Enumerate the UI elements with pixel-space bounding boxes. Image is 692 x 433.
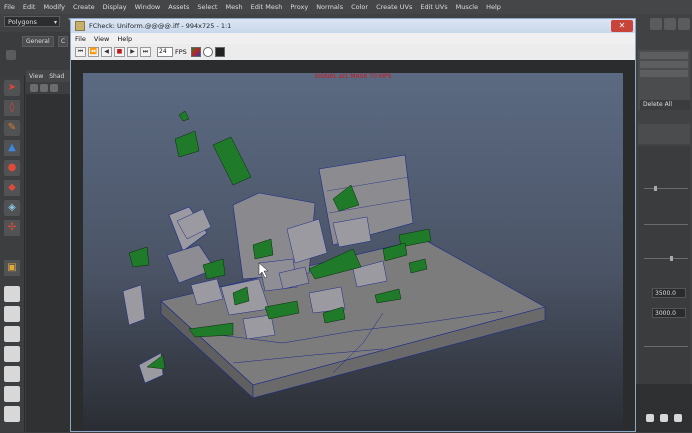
render-icon[interactable] (646, 414, 654, 422)
attribute-slider[interactable] (644, 346, 688, 347)
shelf-tab-bar: General C (0, 32, 70, 72)
show-manipulator-icon[interactable]: ✣ (4, 220, 20, 236)
move-icon[interactable]: ▲ (4, 140, 20, 156)
step-back-icon[interactable]: ⏪ (88, 47, 99, 57)
bookmark-icon[interactable] (40, 84, 48, 92)
menu-file[interactable]: File (0, 3, 19, 11)
menu-edit-uvs[interactable]: Edit UVs (416, 3, 451, 11)
stop-icon[interactable]: ■ (114, 47, 125, 57)
fcheck-image-area: SIGNAL at1 MASK 70 MPS (71, 60, 635, 431)
grid-toggle-icon[interactable] (650, 18, 662, 30)
menu-edit[interactable]: Edit (19, 3, 40, 11)
menu-create-uvs[interactable]: Create UVs (372, 3, 416, 11)
shatter-simulation-render (83, 73, 623, 431)
delete-all-button[interactable]: Delete All (640, 100, 690, 110)
maya-viewport-panel: View Shad (26, 70, 70, 432)
menu-muscle[interactable]: Muscle (452, 3, 483, 11)
attribute-field-2[interactable]: 3000.0 (652, 308, 686, 318)
rotate-icon[interactable]: ● (4, 160, 20, 176)
fcheck-window: FCheck: Uniform.@@@@.iff - 994x725 - 1:1… (70, 18, 636, 432)
fcheck-titlebar[interactable]: FCheck: Uniform.@@@@.iff - 994x725 - 1:1… (71, 19, 635, 33)
soft-mod-icon[interactable]: ◈ (4, 200, 20, 216)
layout-single-icon[interactable] (4, 286, 20, 302)
menu-create[interactable]: Create (69, 3, 99, 11)
fcheck-window-title: FCheck: Uniform.@@@@.iff - 994x725 - 1:1 (89, 22, 232, 30)
alpha-channel-icon[interactable] (203, 47, 213, 57)
layout-outliner-icon[interactable] (4, 406, 20, 422)
fcheck-menu-help[interactable]: Help (113, 35, 136, 43)
rendered-frame: SIGNAL at1 MASK 70 MPS (83, 73, 623, 431)
fps-label: FPS (175, 48, 187, 56)
menu-set-value: Polygons (8, 18, 37, 26)
viewport-icon-bar (26, 82, 70, 94)
shelf-tab-c[interactable]: C (58, 36, 69, 47)
menu-help[interactable]: Help (482, 3, 505, 11)
menu-assets[interactable]: Assets (164, 3, 193, 11)
attribute-slider[interactable] (644, 224, 688, 225)
slider-handle[interactable] (670, 256, 673, 261)
viewport-menubar: View Shad (26, 70, 70, 82)
attribute-slider[interactable] (644, 256, 688, 261)
rgb-channel-icon[interactable] (191, 47, 201, 57)
viewport-menu-view[interactable]: View (26, 73, 46, 80)
menu-set-select[interactable]: Polygons ▾ (4, 16, 60, 27)
panel-icon-row (650, 18, 690, 32)
layout-graph-icon[interactable] (4, 386, 20, 402)
menu-window[interactable]: Window (131, 3, 165, 11)
light-icon[interactable] (660, 414, 668, 422)
slider-handle[interactable] (654, 186, 657, 191)
list-item[interactable] (640, 61, 688, 68)
attribute-editor-content: 3500.0 3000.0 (638, 146, 690, 396)
fcheck-menu-file[interactable]: File (71, 35, 90, 43)
outliner-toggle-icon[interactable] (664, 18, 676, 30)
menu-edit-mesh[interactable]: Edit Mesh (247, 3, 287, 11)
menu-proxy[interactable]: Proxy (286, 3, 312, 11)
attribute-slider[interactable] (644, 186, 688, 191)
attribute-field-1[interactable]: 3500.0 (652, 288, 686, 298)
fcheck-menubar: File View Help (71, 33, 635, 44)
material-icon[interactable] (674, 414, 682, 422)
menu-mesh[interactable]: Mesh (221, 3, 246, 11)
maya-toolbox: ➤ ◊ ✎ ▲ ● ◆ ◈ ✣ ▣ (0, 76, 25, 432)
paint-icon[interactable]: ✎ (4, 120, 20, 136)
frame-info-label: SIGNAL at1 MASK 70 MPS (314, 73, 392, 80)
menu-select[interactable]: Select (193, 3, 221, 11)
channel-toggle-icon[interactable] (678, 18, 690, 30)
go-to-end-icon[interactable]: ⏭ (140, 47, 151, 57)
channel-box-panel: Delete All 3500.0 3000.0 (636, 14, 692, 432)
viewport-menu-shading[interactable]: Shad (46, 73, 67, 80)
layout-stack-icon[interactable] (4, 346, 20, 362)
grid-icon[interactable] (50, 84, 58, 92)
list-item[interactable] (640, 52, 688, 59)
menu-color[interactable]: Color (347, 3, 372, 11)
layout-persp-icon[interactable] (4, 366, 20, 382)
maya-main-menubar: File Edit Modify Create Display Window A… (0, 0, 692, 14)
shelf-tab-general[interactable]: General (22, 36, 54, 47)
menu-display[interactable]: Display (99, 3, 131, 11)
play-forward-icon[interactable]: ▶ (127, 47, 138, 57)
fcheck-menu-view[interactable]: View (90, 35, 113, 43)
cube-icon[interactable]: ▣ (4, 260, 20, 276)
select-arrow-icon[interactable]: ➤ (4, 80, 20, 96)
lasso-icon[interactable]: ◊ (4, 100, 20, 116)
layout-four-icon[interactable] (4, 306, 20, 322)
shelf-menu-icon[interactable] (6, 50, 16, 60)
scale-icon[interactable]: ◆ (4, 180, 20, 196)
list-item[interactable] (640, 70, 688, 77)
attribute-section-header[interactable] (638, 124, 690, 144)
menu-modify[interactable]: Modify (39, 3, 69, 11)
play-backward-icon[interactable]: ◀ (101, 47, 112, 57)
fcheck-playback-toolbar: ⏮ ⏪ ◀ ■ ▶ ⏭ 24 FPS (71, 44, 635, 61)
zoom-icon[interactable] (215, 47, 225, 57)
camera-icon[interactable] (30, 84, 38, 92)
layout-side-icon[interactable] (4, 326, 20, 342)
chevron-down-icon: ▾ (53, 19, 57, 26)
menu-normals[interactable]: Normals (312, 3, 347, 11)
panel-bottom-shelf (636, 384, 692, 432)
close-button[interactable]: ✕ (611, 20, 633, 32)
go-to-start-icon[interactable]: ⏮ (75, 47, 86, 57)
fps-input[interactable]: 24 (157, 47, 173, 57)
fcheck-app-icon (75, 21, 85, 31)
